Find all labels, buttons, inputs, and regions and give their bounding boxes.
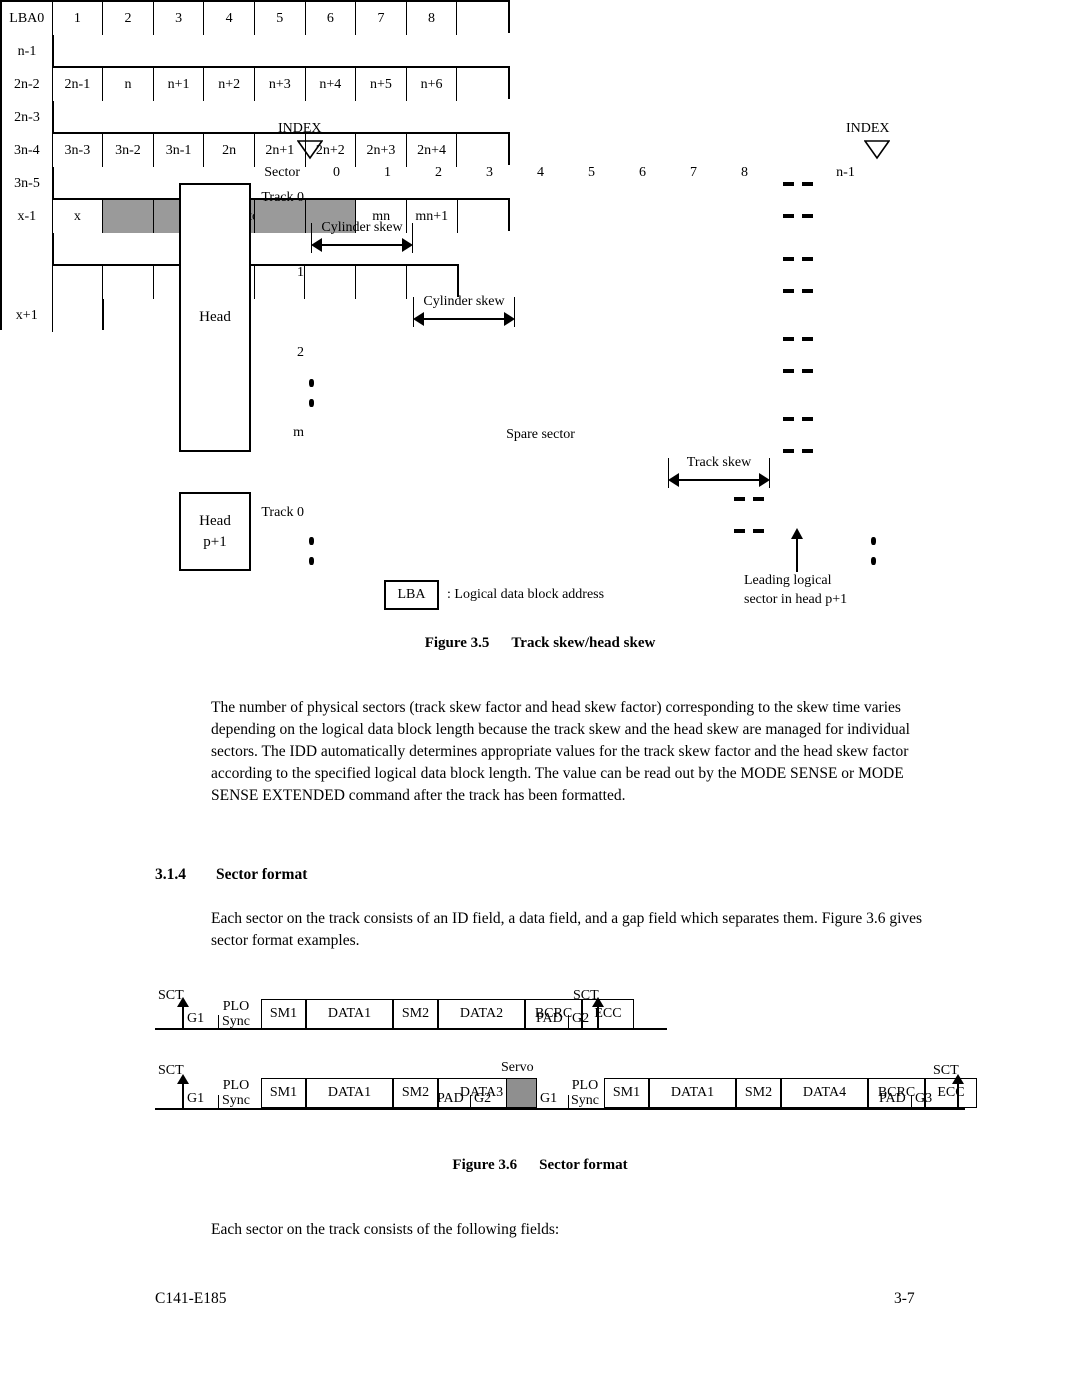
field-label-plo-row1: PLO [222,999,250,1014]
field-label-plo-row2a: PLO [222,1078,250,1093]
field-box-data1-row1: DATA1 [306,999,393,1029]
field-label-g2-row1: G2 [572,1011,590,1026]
paragraph-fields-intro: Each sector on the track consists of the… [211,1221,560,1238]
field-box-sm2-row1: SM2 [393,999,438,1029]
field-tick [911,1095,912,1109]
field-label-sync-row2b: Sync [571,1092,599,1108]
servo-box [506,1078,537,1108]
sector-format-row2-baseline [155,1108,965,1110]
figure-3-6-caption-number: Figure 3.6 [452,1157,518,1173]
sct-arrow-row2-start-icon [177,1074,189,1108]
document-page: INDEX INDEX Head Head p+1 Sector 0 1 2 3… [0,0,1080,1397]
footer-document-id: C141-E185 [155,1290,227,1307]
field-label-sync-row1: Sync [222,1013,250,1029]
field-box-ecc-row2b: ECC [925,1078,977,1108]
field-label-plo-sync-row1: PLO Sync [222,999,250,1029]
field-label-plo-sync-row2b: PLO Sync [571,1078,599,1108]
field-tick [568,1015,569,1029]
field-label-pad-row2b: PAD [879,1091,906,1106]
field-box-sm1-row2a: SM1 [261,1078,306,1108]
field-box-data4-row2b: DATA4 [781,1078,868,1108]
servo-label: Servo [501,1060,534,1075]
field-label-pad-row2a: PAD [437,1091,464,1106]
figure-3-6-caption: Figure 3.6 Sector format [0,1157,1080,1174]
figure-3-6-sector-format: SCT G1 PLO Sync SM1 DATA1 SM2 DATA2 BCRC… [0,0,1080,1173]
field-tick [218,1015,219,1029]
sct-arrow-row1-end-icon [592,997,604,1030]
figure-3-6-caption-text: Sector format [539,1157,628,1173]
field-label-g2-row2a: G2 [474,1091,492,1106]
field-box-data1-row2b: DATA1 [649,1078,736,1108]
field-tick [470,1095,471,1109]
sct-arrow-row2-end-icon [952,1074,964,1108]
field-box-data2-row1: DATA2 [438,999,525,1029]
field-box-data1-row2a: DATA1 [306,1078,393,1108]
field-tick [568,1095,569,1109]
field-label-pad-row1: PAD [536,1011,563,1026]
field-label-plo-sync-row2a: PLO Sync [222,1078,250,1108]
field-box-sm2-row2b: SM2 [736,1078,781,1108]
footer-page-number: 3-7 [894,1290,915,1307]
field-tick [218,1095,219,1109]
field-box-sm1-row1: SM1 [261,999,306,1029]
sct-arrow-row1-start-icon [177,997,189,1030]
field-box-sm1-row2b: SM1 [604,1078,649,1108]
field-label-g1-row1: G1 [187,1011,205,1026]
field-box-sm2-row2a: SM2 [393,1078,438,1108]
field-label-g1-row2b: G1 [540,1091,558,1106]
field-label-g1-row2a: G1 [187,1091,205,1106]
field-label-plo-row2b: PLO [571,1078,599,1093]
field-label-sync-row2a: Sync [222,1092,250,1108]
field-label-g3-row2b: G3 [915,1091,933,1106]
